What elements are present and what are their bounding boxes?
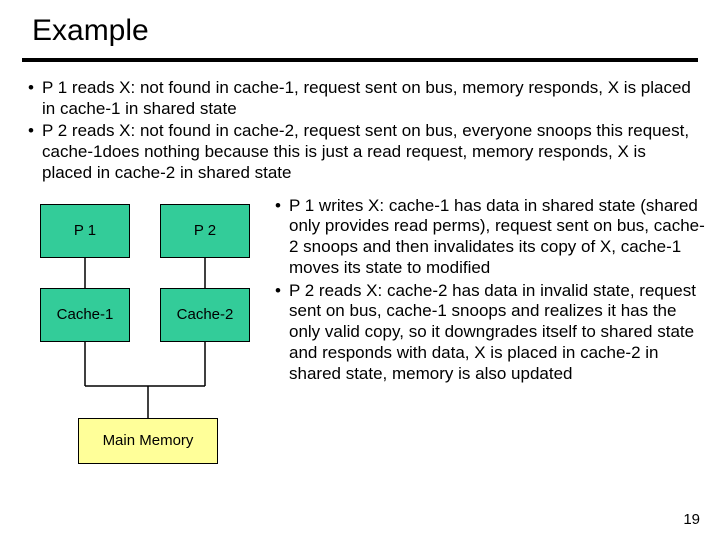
bullet-item: P 2 reads X: not found in cache-2, reque… <box>28 121 692 183</box>
bullet-item: P 2 reads X: cache-2 has data in invalid… <box>275 281 708 385</box>
main-memory-box: Main Memory <box>78 418 218 464</box>
right-bullet-list: P 1 writes X: cache-1 has data in shared… <box>267 196 712 486</box>
bullet-item: P 1 reads X: not found in cache-1, reque… <box>28 78 692 119</box>
architecture-diagram: P 1 P 2 Cache-1 Cache-2 Main Memory <box>32 196 267 486</box>
slide-title: Example <box>0 0 720 58</box>
bullet-item: P 1 writes X: cache-1 has data in shared… <box>275 196 708 279</box>
processor-2-box: P 2 <box>160 204 250 258</box>
processor-1-box: P 1 <box>40 204 130 258</box>
top-bullet-list: P 1 reads X: not found in cache-1, reque… <box>0 62 720 184</box>
page-number: 19 <box>683 511 700 528</box>
cache-2-box: Cache-2 <box>160 288 250 342</box>
cache-1-box: Cache-1 <box>40 288 130 342</box>
